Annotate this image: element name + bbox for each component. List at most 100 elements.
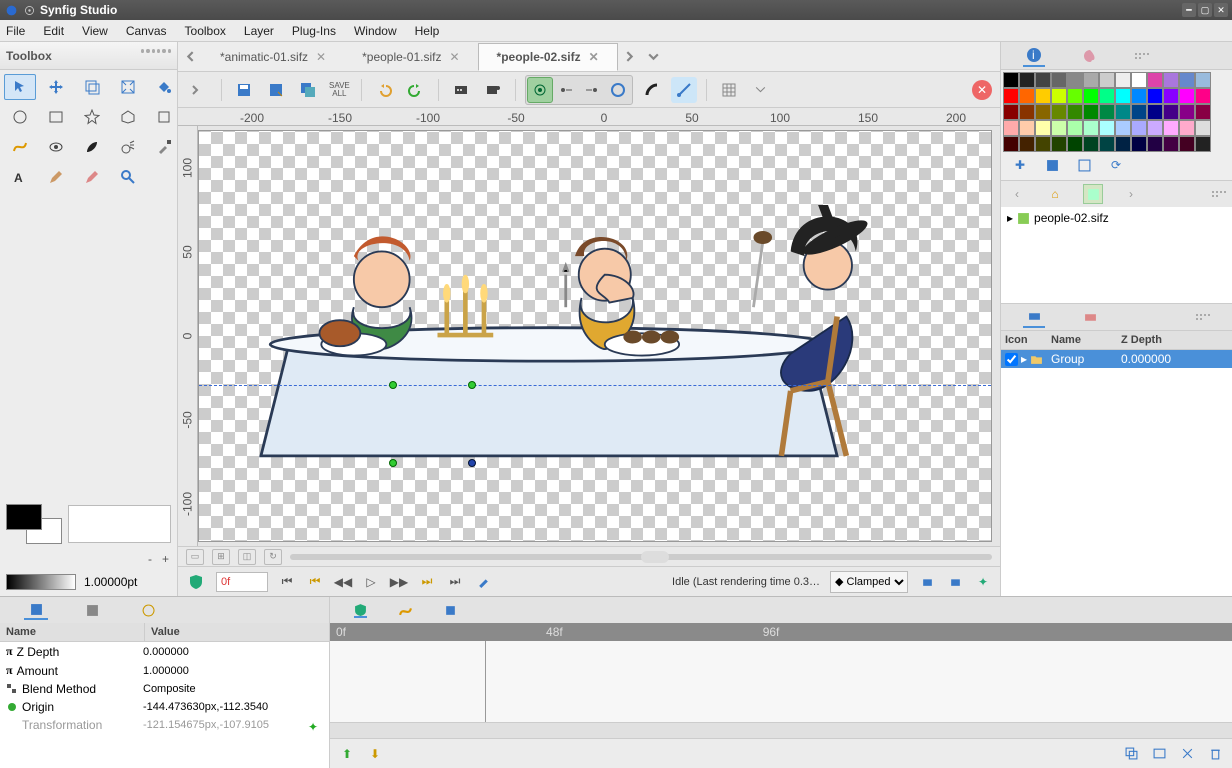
tool-bezier[interactable] (76, 74, 108, 100)
palette-swatch[interactable] (1131, 136, 1147, 152)
palette-swatch[interactable] (1019, 72, 1035, 88)
timeline-tab-timetrack-icon[interactable] (354, 603, 367, 618)
view-fit-icon[interactable]: ▭ (186, 549, 204, 565)
window-menu-icon[interactable] (22, 3, 36, 17)
tool-polygon[interactable] (112, 104, 144, 130)
palette-swatch[interactable] (1019, 136, 1035, 152)
params-tab-children-icon[interactable] (80, 600, 104, 620)
tab-1-close[interactable]: ✕ (449, 50, 459, 64)
grid-menu-icon[interactable] (748, 77, 774, 103)
interpolation-select[interactable]: ◆ Clamped (830, 571, 908, 593)
layer-expand-icon[interactable]: ▸ (1021, 352, 1027, 366)
palette-swatch[interactable] (1099, 136, 1115, 152)
preview-icon[interactable] (480, 77, 506, 103)
tool-circle[interactable] (4, 104, 36, 130)
palette-swatch[interactable] (1035, 72, 1051, 88)
palette-swatch[interactable] (1003, 136, 1019, 152)
timeline-tab-curves-icon[interactable] (399, 604, 412, 617)
file-menu-icon[interactable] (186, 77, 212, 103)
canvas-view[interactable] (198, 130, 992, 542)
foreground-color[interactable] (6, 504, 42, 530)
palette-swatch[interactable] (1003, 120, 1019, 136)
step-back-icon[interactable]: ◀◀ (334, 573, 352, 591)
menu-edit[interactable]: Edit (43, 24, 64, 38)
tab-menu[interactable] (642, 45, 666, 69)
palette-swatch[interactable] (1179, 72, 1195, 88)
play-icon[interactable]: ▷ (362, 573, 380, 591)
tool-spray[interactable] (112, 134, 144, 160)
layer-visibility-checkbox[interactable] (1005, 353, 1018, 366)
palette-swatch[interactable] (1035, 136, 1051, 152)
keyframe-next-icon[interactable] (579, 77, 605, 103)
param-row[interactable]: πZ Depth0.000000 (0, 642, 329, 661)
palette-swatch[interactable] (1067, 72, 1083, 88)
menu-help[interactable]: Help (415, 24, 440, 38)
palette-swatch[interactable] (1131, 120, 1147, 136)
menu-window[interactable]: Window (354, 24, 397, 38)
save-as-icon[interactable] (263, 77, 289, 103)
palette-swatch[interactable] (1131, 104, 1147, 120)
menu-canvas[interactable]: Canvas (126, 24, 167, 38)
layer-cut-icon[interactable] (1178, 745, 1196, 763)
palette-swatch[interactable] (1019, 88, 1035, 104)
palette-swatch[interactable] (1051, 136, 1067, 152)
tool-crop[interactable] (148, 104, 180, 130)
timeline-scrollbar[interactable] (330, 722, 1232, 738)
tab-info-icon[interactable]: i (1023, 45, 1045, 67)
tab-0[interactable]: *animatic-01.sifz✕ (202, 44, 344, 70)
palette-swatch[interactable] (1067, 104, 1083, 120)
params-col-value[interactable]: Value (145, 623, 186, 641)
tool-warp[interactable] (112, 74, 144, 100)
params-col-name[interactable]: Name (0, 623, 145, 641)
tab-1[interactable]: *people-01.sifz✕ (344, 44, 477, 70)
nav-canvas-icon[interactable] (1083, 184, 1103, 204)
menu-plugins[interactable]: Plug-Ins (292, 24, 336, 38)
nav-home-icon[interactable]: ⌂ (1045, 184, 1065, 204)
nav-back-icon[interactable]: ‹ (1007, 184, 1027, 204)
palette-swatch[interactable] (1019, 104, 1035, 120)
palette-swatch[interactable] (1163, 72, 1179, 88)
palette-swatch[interactable] (1179, 88, 1195, 104)
guide-line[interactable] (199, 385, 991, 386)
palette-swatch[interactable] (1115, 136, 1131, 152)
save-icon[interactable] (231, 77, 257, 103)
param-row[interactable]: πAmount1.000000 (0, 661, 329, 680)
close-button[interactable]: ✕ (1214, 3, 1228, 17)
brush-mode-icon[interactable] (639, 77, 665, 103)
tool-star[interactable] (76, 104, 108, 130)
palette-swatch[interactable] (1003, 72, 1019, 88)
menu-layer[interactable]: Layer (244, 24, 274, 38)
tool-text[interactable]: A (4, 164, 36, 190)
palette-swatch[interactable] (1195, 104, 1211, 120)
size-increase[interactable]: + (162, 552, 169, 566)
view-loop-icon[interactable]: ↻ (264, 549, 282, 565)
palette-add-icon[interactable]: ✚ (1011, 156, 1029, 174)
layer-delete-icon[interactable] (1206, 745, 1224, 763)
palette-swatch[interactable] (1147, 72, 1163, 88)
layers-col-zdepth[interactable]: Z Depth (1117, 331, 1166, 349)
tool-eye[interactable] (40, 134, 72, 160)
view-mode-icon[interactable]: ◫ (238, 549, 256, 565)
palette-swatch[interactable] (1147, 104, 1163, 120)
gradient-bar[interactable] (6, 574, 76, 590)
onion-past-icon[interactable] (527, 77, 553, 103)
palette-swatch[interactable] (1195, 72, 1211, 88)
layer-duplicate-icon[interactable] (1122, 745, 1140, 763)
layer-lower-icon[interactable]: ⬇ (366, 745, 384, 763)
onion-future-icon[interactable] (605, 77, 631, 103)
palette-swatch[interactable] (1163, 88, 1179, 104)
keyframe-lock-prev-icon[interactable] (918, 573, 936, 591)
palette-swatch[interactable] (1083, 88, 1099, 104)
layers-col-icon[interactable]: Icon (1001, 331, 1047, 349)
layers-tab-layers-icon[interactable] (1023, 306, 1045, 328)
palette-swatch[interactable] (1067, 88, 1083, 104)
palette-swatch[interactable] (1003, 104, 1019, 120)
palette-swatch[interactable] (1195, 120, 1211, 136)
tool-bucket[interactable] (148, 74, 180, 100)
palette-swatch[interactable] (1131, 88, 1147, 104)
render-icon[interactable] (448, 77, 474, 103)
panel-grip[interactable] (1135, 53, 1149, 59)
timeline-tab-keyframes-icon[interactable] (444, 604, 457, 617)
next-keyframe-icon[interactable]: ⏭ (418, 573, 436, 591)
palette-save-icon[interactable] (1043, 156, 1061, 174)
